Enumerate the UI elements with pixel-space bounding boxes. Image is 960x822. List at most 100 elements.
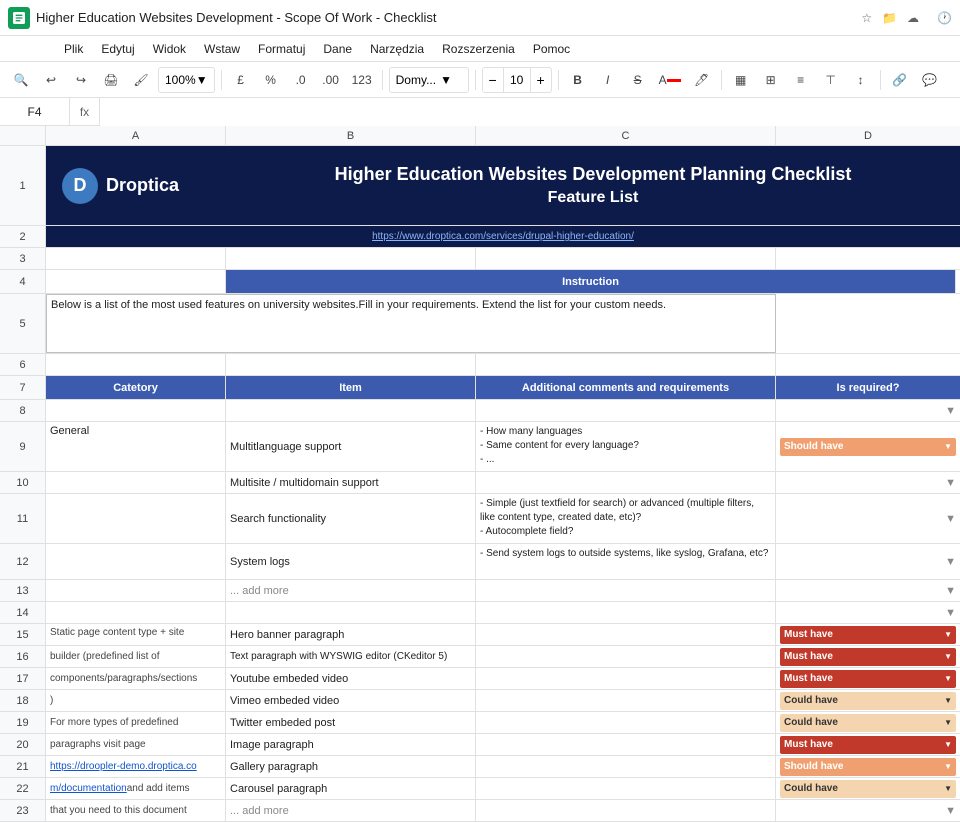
menu-dane[interactable]: Dane bbox=[315, 40, 360, 58]
badge-could-18[interactable]: Could have ▼ bbox=[780, 692, 956, 710]
cell-14c bbox=[476, 602, 776, 623]
font-selector[interactable]: Domy... ▼ bbox=[389, 67, 469, 93]
row-num-11: 11 bbox=[0, 494, 46, 543]
menu-plik[interactable]: Plik bbox=[56, 40, 91, 58]
app-icon bbox=[8, 7, 30, 29]
currency-btn[interactable]: £ bbox=[228, 67, 254, 93]
cell-11d[interactable]: ▼ bbox=[776, 494, 960, 543]
table-row: 15 Static page content type + site Hero … bbox=[0, 624, 960, 646]
cell-11c: - Simple (just textfield for search) or … bbox=[476, 494, 776, 543]
row-num-10: 10 bbox=[0, 472, 46, 493]
badge-could-19[interactable]: Could have ▼ bbox=[780, 714, 956, 732]
cell-10d[interactable]: ▼ bbox=[776, 472, 960, 493]
font-size-plus[interactable]: + bbox=[531, 67, 551, 93]
cloud-icon[interactable]: ☁ bbox=[907, 11, 919, 25]
folder-icon[interactable]: 📁 bbox=[882, 11, 897, 25]
dec-up-btn[interactable]: .00 bbox=[318, 67, 344, 93]
cell-22d[interactable]: Could have ▼ bbox=[776, 778, 960, 799]
cell-8d[interactable]: ▼ bbox=[776, 400, 960, 421]
table-row: 5 Below is a list of the most used featu… bbox=[0, 294, 960, 354]
percent-btn[interactable]: % bbox=[258, 67, 284, 93]
highlight-btn[interactable]: 🖊 bbox=[689, 67, 715, 93]
merge-btn[interactable]: ⊞ bbox=[758, 67, 784, 93]
strikethrough-btn[interactable]: S bbox=[625, 67, 651, 93]
valign-btn[interactable]: ⊤ bbox=[818, 67, 844, 93]
formula-input[interactable] bbox=[100, 98, 960, 126]
align-btn[interactable]: ≡ bbox=[788, 67, 814, 93]
text-rotate-btn[interactable]: ↕ bbox=[848, 67, 874, 93]
borders-btn[interactable]: ▦ bbox=[728, 67, 754, 93]
menu-narzedzia[interactable]: Narzędzia bbox=[362, 40, 432, 58]
table-row: 1 D Droptica Higher Education Websites D… bbox=[0, 146, 960, 226]
row-num-15: 15 bbox=[0, 624, 46, 645]
header-comments: Additional comments and requirements bbox=[476, 376, 776, 399]
col-header-a[interactable]: A bbox=[46, 126, 226, 145]
col-header-d[interactable]: D bbox=[776, 126, 960, 145]
badge-must-20[interactable]: Must have ▼ bbox=[780, 736, 956, 754]
bold-btn[interactable]: B bbox=[565, 67, 591, 93]
cell-9d[interactable]: Should have ▼ bbox=[776, 422, 960, 471]
cell-19a: For more types of predefined bbox=[46, 712, 226, 733]
cell-4d bbox=[956, 270, 960, 293]
cell-17d[interactable]: Must have ▼ bbox=[776, 668, 960, 689]
menu-edytuj[interactable]: Edytuj bbox=[93, 40, 142, 58]
cell-22a[interactable]: m/documentation and add items bbox=[46, 778, 226, 799]
badge-must-16[interactable]: Must have ▼ bbox=[780, 648, 956, 666]
cell-18d[interactable]: Could have ▼ bbox=[776, 690, 960, 711]
menu-formatuj[interactable]: Formatuj bbox=[250, 40, 313, 58]
cell-14d[interactable]: ▼ bbox=[776, 602, 960, 623]
table-row: 20 paragraphs visit page Image paragraph… bbox=[0, 734, 960, 756]
col-header-b[interactable]: B bbox=[226, 126, 476, 145]
cell-13d[interactable]: ▼ bbox=[776, 580, 960, 601]
badge-should-9[interactable]: Should have ▼ bbox=[780, 438, 956, 456]
menu-rozszerzenia[interactable]: Rozszerzenia bbox=[434, 40, 523, 58]
badge-must-15[interactable]: Must have ▼ bbox=[780, 626, 956, 644]
search-btn[interactable]: 🔍 bbox=[8, 67, 34, 93]
top-icons: ☆ 📁 ☁ 🕐 bbox=[861, 11, 952, 25]
star-icon[interactable]: ☆ bbox=[861, 11, 872, 25]
cell-12d[interactable]: ▼ bbox=[776, 544, 960, 579]
print-btn[interactable]: 🖨 bbox=[98, 67, 124, 93]
header-link[interactable]: https://www.droptica.com/services/drupal… bbox=[372, 231, 634, 242]
dec-down-btn[interactable]: .0 bbox=[288, 67, 314, 93]
history-icon[interactable]: 🕐 bbox=[937, 11, 952, 25]
badge-should-21[interactable]: Should have ▼ bbox=[780, 758, 956, 776]
col-header-c[interactable]: C bbox=[476, 126, 776, 145]
comment-btn[interactable]: 💬 bbox=[917, 67, 943, 93]
menu-wstaw[interactable]: Wstaw bbox=[196, 40, 248, 58]
font-size-minus[interactable]: − bbox=[483, 67, 503, 93]
badge-must-17[interactable]: Must have ▼ bbox=[780, 670, 956, 688]
link-btn[interactable]: 🔗 bbox=[887, 67, 913, 93]
cell-21d[interactable]: Should have ▼ bbox=[776, 756, 960, 777]
cell-8a bbox=[46, 400, 226, 421]
zoom-value: 100% bbox=[165, 73, 196, 87]
font-color-btn[interactable]: A bbox=[655, 67, 685, 93]
cell-20d[interactable]: Must have ▼ bbox=[776, 734, 960, 755]
cell-20c bbox=[476, 734, 776, 755]
cell-23d[interactable]: ▼ bbox=[776, 800, 960, 821]
cell-19d[interactable]: Could have ▼ bbox=[776, 712, 960, 733]
cell-10c bbox=[476, 472, 776, 493]
hash-btn[interactable]: 123 bbox=[348, 67, 376, 93]
sheet-body: 1 D Droptica Higher Education Websites D… bbox=[0, 146, 960, 822]
row-num-7: 7 bbox=[0, 376, 46, 399]
italic-btn[interactable]: I bbox=[595, 67, 621, 93]
cell-21a[interactable]: https://droopler-demo.droptica.co bbox=[46, 756, 226, 777]
row-num-3: 3 bbox=[0, 248, 46, 269]
subtitle: Feature List bbox=[242, 189, 944, 207]
badge-could-22[interactable]: Could have ▼ bbox=[780, 780, 956, 798]
sep4 bbox=[558, 70, 559, 90]
cell-19b: Twitter embeded post bbox=[226, 712, 476, 733]
cell-reference[interactable]: F4 bbox=[0, 98, 70, 126]
cell-9c: - How many languages- Same content for e… bbox=[476, 422, 776, 471]
cell-15d[interactable]: Must have ▼ bbox=[776, 624, 960, 645]
menu-widok[interactable]: Widok bbox=[145, 40, 194, 58]
paint-format-btn[interactable]: 🖌 bbox=[128, 67, 154, 93]
menu-pomoc[interactable]: Pomoc bbox=[525, 40, 578, 58]
undo-btn[interactable]: ↩ bbox=[38, 67, 64, 93]
font-size-value[interactable]: 10 bbox=[503, 67, 531, 93]
zoom-control[interactable]: 100% ▼ bbox=[158, 67, 215, 93]
redo-btn[interactable]: ↪ bbox=[68, 67, 94, 93]
row-num-18: 18 bbox=[0, 690, 46, 711]
cell-16d[interactable]: Must have ▼ bbox=[776, 646, 960, 667]
